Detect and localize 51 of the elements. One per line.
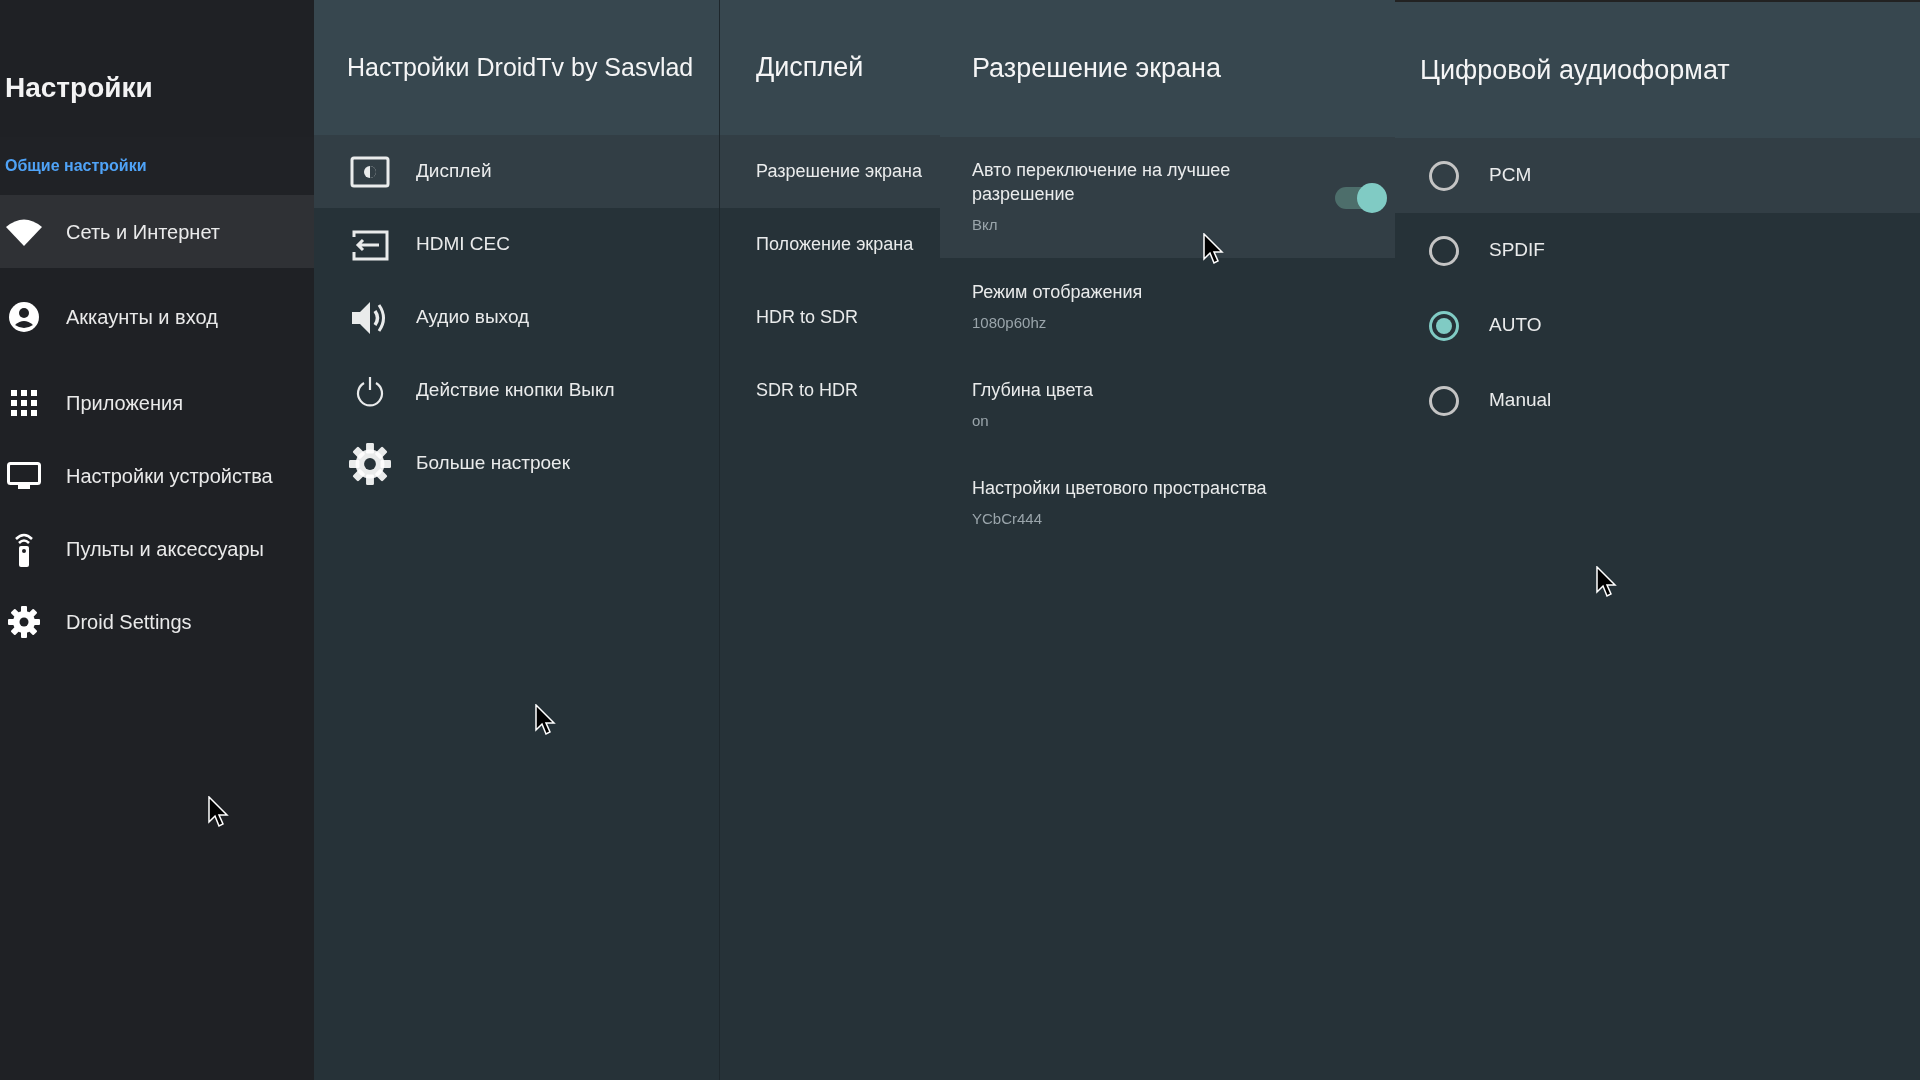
radio-button[interactable]: [1429, 160, 1459, 191]
settings-icon: [348, 442, 392, 485]
radio-option[interactable]: AUTO: [1395, 288, 1920, 363]
menu-item[interactable]: Аудио выход: [314, 281, 719, 354]
preference-title: Глубина цвета: [972, 378, 1094, 402]
panel-title: Настройки DroidTv by Sasvlad: [347, 51, 694, 83]
preference-item[interactable]: Авто переключение на лучшее разрешение Вкл: [940, 137, 1395, 258]
cursor-icon: [535, 704, 557, 736]
panel-title: Дисплей: [756, 51, 864, 85]
cursor-icon: [208, 796, 230, 828]
cursor-icon: [1596, 566, 1618, 598]
menu-item[interactable]: Пульты и аксессуары: [0, 512, 314, 585]
menu-item[interactable]: Аккаунты и вход: [0, 268, 314, 366]
menu-item[interactable]: Приложения: [0, 366, 314, 439]
settings-icon: [6, 605, 42, 638]
preference-summary: 1080p60hz: [972, 312, 1048, 333]
panel-title: Разрешение экрана: [972, 52, 1221, 86]
panel-title: Настройки: [5, 71, 153, 105]
menu-item[interactable]: Положение экрана: [720, 208, 940, 281]
menu-item[interactable]: Дисплей: [314, 135, 719, 208]
preference-summary: on: [972, 410, 990, 431]
radio-option[interactable]: PCM: [1395, 138, 1920, 213]
menu-item[interactable]: Сеть и Интернет: [0, 195, 314, 268]
menu-item[interactable]: Действие кнопки Выкл: [314, 354, 719, 427]
preference-item[interactable]: Режим отображения 1080p60hz: [940, 258, 1395, 356]
radio-option[interactable]: Manual: [1395, 363, 1920, 438]
preference-summary: Вкл: [972, 215, 999, 236]
radio-button[interactable]: [1429, 235, 1459, 266]
preference-title: Режим отображения: [972, 280, 1144, 304]
tv-icon: [6, 461, 42, 490]
wifi-icon: [6, 217, 42, 246]
preference-title: Настройки цветового пространства: [972, 476, 1268, 500]
menu-item[interactable]: Разрешение экрана: [720, 135, 940, 208]
panel-title: Цифровой аудиоформат: [1420, 53, 1730, 87]
preference-summary: YCbCr444: [972, 508, 1044, 529]
cursor-icon: [1203, 233, 1225, 265]
menu-item[interactable]: Больше настроек: [314, 427, 719, 500]
menu-item[interactable]: Droid Settings: [0, 585, 314, 658]
menu-item[interactable]: Настройки устройства: [0, 439, 314, 512]
display-brightness-icon: [348, 155, 392, 188]
section-label: Общие настройки: [5, 156, 147, 176]
preference-title: Авто переключение на лучшее разрешение: [972, 159, 1232, 207]
preference-item[interactable]: Глубина цвета on: [940, 356, 1395, 454]
account-icon: [6, 302, 42, 332]
menu-item[interactable]: SDR to HDR: [720, 354, 940, 427]
radio-button[interactable]: [1429, 385, 1459, 416]
menu-item[interactable]: HDMI CEC: [314, 208, 719, 281]
radio-button[interactable]: [1429, 310, 1459, 341]
menu-item[interactable]: HDR to SDR: [720, 281, 940, 354]
radio-option[interactable]: SPDIF: [1395, 213, 1920, 288]
preference-item[interactable]: Настройки цветового пространства YCbCr444: [940, 454, 1395, 552]
